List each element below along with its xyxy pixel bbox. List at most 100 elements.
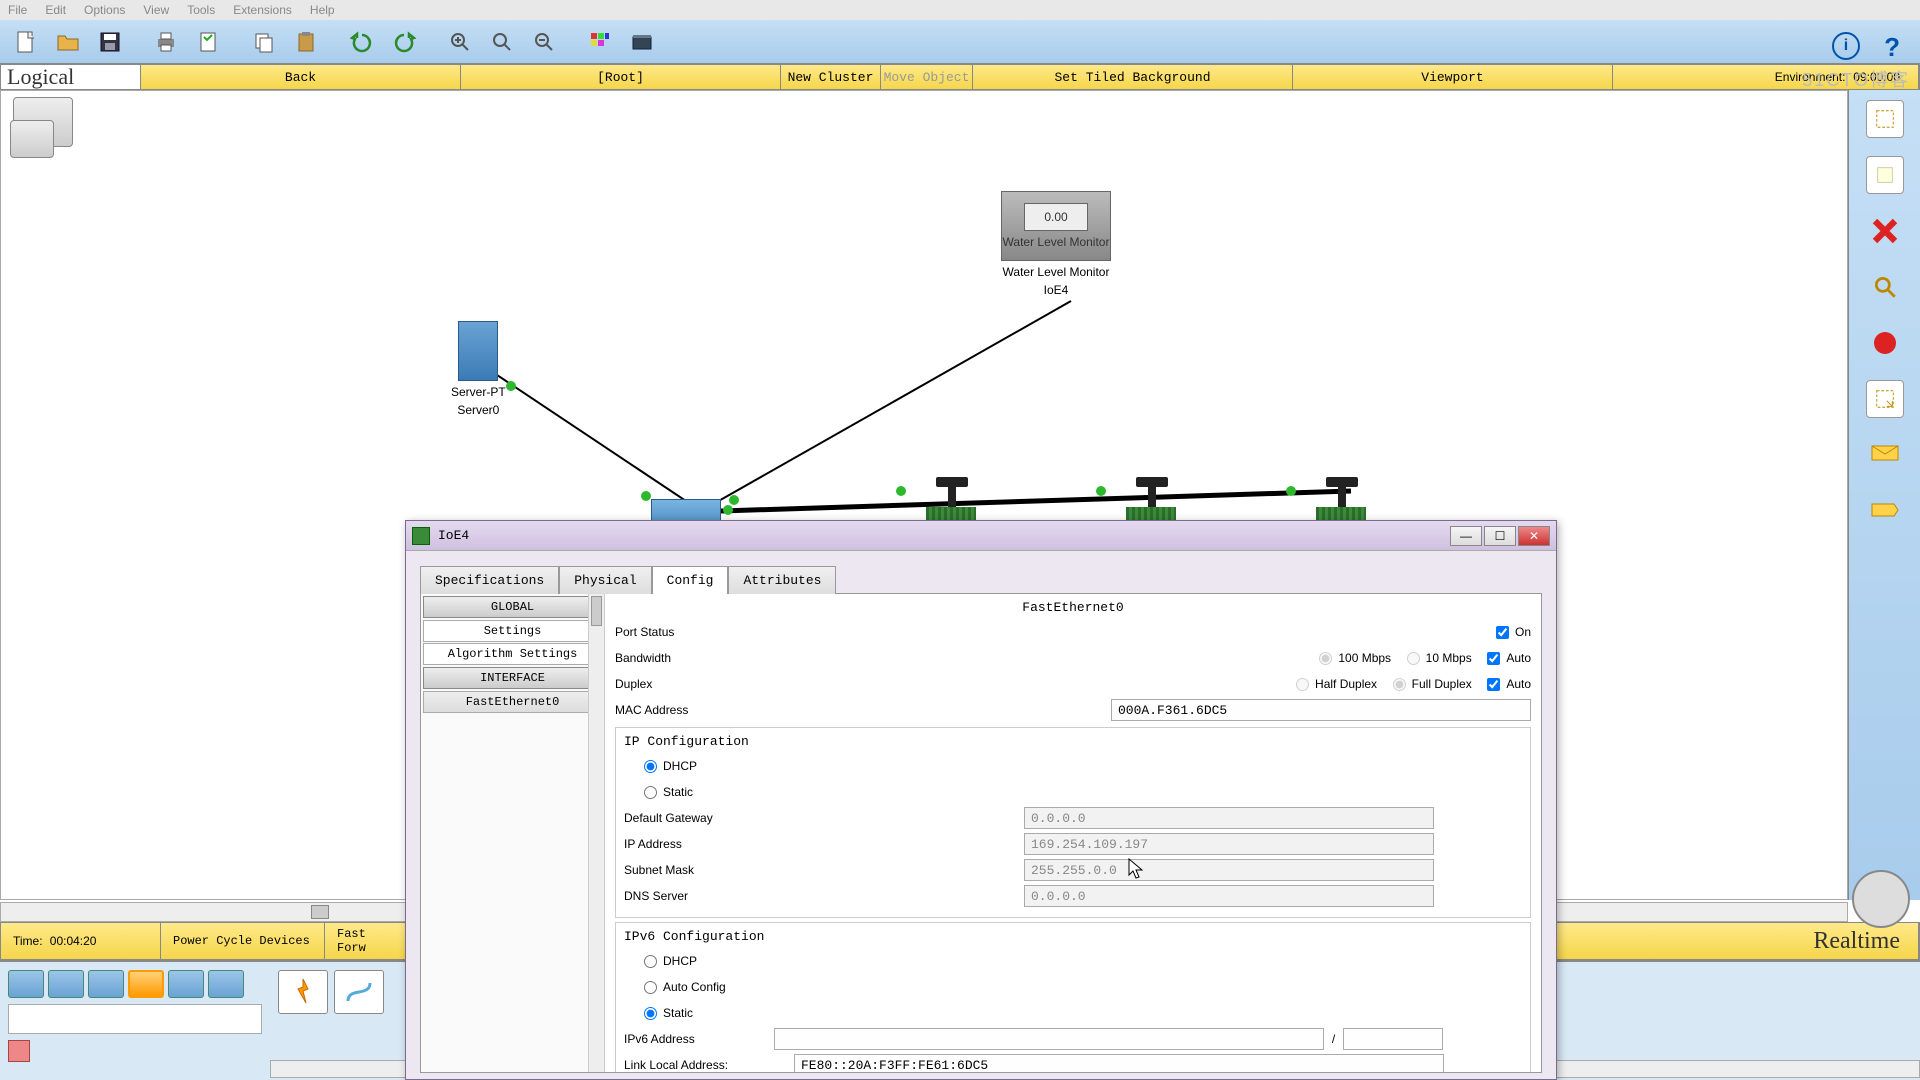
open-icon[interactable] xyxy=(50,24,86,60)
device-search[interactable] xyxy=(8,1004,262,1034)
device-category[interactable] xyxy=(88,970,124,998)
record-tool-icon[interactable] xyxy=(1866,324,1904,362)
port-status-checkbox[interactable] xyxy=(1496,626,1509,639)
device-category[interactable] xyxy=(168,970,204,998)
side-header-interface[interactable]: INTERFACE xyxy=(423,667,602,689)
side-scrollbar[interactable] xyxy=(588,594,604,1072)
monitor-caption: Water Level Monitor xyxy=(1003,235,1110,249)
zoom-reset-icon[interactable] xyxy=(484,24,520,60)
maximize-button[interactable]: ☐ xyxy=(1484,526,1516,546)
sim-time: Time: 00:04:20 xyxy=(1,923,161,959)
device-label: Water Level Monitor xyxy=(1001,265,1111,279)
device-water-monitor[interactable]: 0.00 Water Level Monitor Water Level Mon… xyxy=(1001,191,1111,297)
undo-icon[interactable] xyxy=(344,24,380,60)
gateway-label: Default Gateway xyxy=(624,811,1024,825)
ipv6-address-input[interactable] xyxy=(774,1028,1324,1050)
power-cycle-button[interactable]: Power Cycle Devices xyxy=(161,923,325,959)
device-category[interactable] xyxy=(128,970,164,998)
ipv6-config-group: IPv6 Configuration DHCP Auto Config Stat… xyxy=(615,922,1531,1072)
minimize-button[interactable]: ― xyxy=(1450,526,1482,546)
side-item-algorithm[interactable]: Algorithm Settings xyxy=(423,643,602,665)
simple-pdu-icon[interactable] xyxy=(1866,436,1904,474)
back-button[interactable]: Back xyxy=(141,65,461,89)
monitor-value: 0.00 xyxy=(1024,203,1088,231)
workspace-toggle-icon[interactable] xyxy=(13,97,73,147)
new-icon[interactable] xyxy=(8,24,44,60)
menu-extensions[interactable]: Extensions xyxy=(233,3,292,17)
link-local-input[interactable] xyxy=(794,1054,1444,1072)
info-icon[interactable]: i xyxy=(1832,32,1860,60)
set-tiled-bg-button[interactable]: Set Tiled Background xyxy=(973,65,1293,89)
side-header-global[interactable]: GLOBAL xyxy=(423,596,602,618)
menu-edit[interactable]: Edit xyxy=(45,3,66,17)
print-icon[interactable] xyxy=(148,24,184,60)
tab-attributes[interactable]: Attributes xyxy=(728,566,836,594)
duplex-auto-checkbox[interactable] xyxy=(1487,678,1500,691)
menu-tools[interactable]: Tools xyxy=(187,3,215,17)
new-cluster-button[interactable]: New Cluster xyxy=(781,65,881,89)
ip-input[interactable] xyxy=(1024,833,1434,855)
redo-icon[interactable] xyxy=(386,24,422,60)
device-category[interactable] xyxy=(208,970,244,998)
mask-input[interactable] xyxy=(1024,859,1434,881)
monitor-icon: 0.00 Water Level Monitor xyxy=(1001,191,1111,261)
menu-help[interactable]: Help xyxy=(310,3,335,17)
resize-tool-icon[interactable] xyxy=(1866,380,1904,418)
fast-forward-button[interactable]: Fast Forw xyxy=(325,923,411,959)
side-item-fastethernet0[interactable]: FastEthernet0 xyxy=(423,691,602,713)
static-radio[interactable] xyxy=(644,786,657,799)
tab-physical[interactable]: Physical xyxy=(559,566,651,594)
ipv6-prefix-input[interactable] xyxy=(1343,1028,1443,1050)
bw-10-radio[interactable] xyxy=(1407,652,1420,665)
ipv6-autoconfig-radio[interactable] xyxy=(644,981,657,994)
copy-icon[interactable] xyxy=(246,24,282,60)
cable-icon[interactable] xyxy=(334,970,384,1014)
ipv6-dhcp-radio[interactable] xyxy=(644,955,657,968)
move-object-button[interactable]: Move Object xyxy=(881,65,973,89)
dhcp-radio[interactable] xyxy=(644,760,657,773)
realtime-clock-icon[interactable] xyxy=(1852,870,1910,928)
wizard-icon[interactable] xyxy=(190,24,226,60)
duplex-label: Duplex xyxy=(615,677,652,691)
bw-100-radio[interactable] xyxy=(1319,652,1332,665)
device-subtype[interactable] xyxy=(8,1040,30,1062)
close-button[interactable]: ✕ xyxy=(1518,526,1550,546)
select-tool-icon[interactable] xyxy=(1866,100,1904,138)
gateway-input[interactable] xyxy=(1024,807,1434,829)
half-duplex-radio[interactable] xyxy=(1296,678,1309,691)
complex-pdu-icon[interactable] xyxy=(1866,492,1904,530)
note-tool-icon[interactable] xyxy=(1866,156,1904,194)
script-icon[interactable] xyxy=(624,24,660,60)
delete-tool-icon[interactable] xyxy=(1866,212,1904,250)
tab-config[interactable]: Config xyxy=(652,566,729,594)
bw-auto-checkbox[interactable] xyxy=(1487,652,1500,665)
tab-specifications[interactable]: Specifications xyxy=(420,566,559,594)
palette-icon[interactable] xyxy=(582,24,618,60)
zoom-out-icon[interactable] xyxy=(526,24,562,60)
zoom-in-icon[interactable] xyxy=(442,24,478,60)
dhcp-label: DHCP xyxy=(663,954,697,968)
full-duplex-radio[interactable] xyxy=(1393,678,1406,691)
dialog-titlebar[interactable]: IoE4 ― ☐ ✕ xyxy=(406,521,1556,551)
side-item-settings[interactable]: Settings xyxy=(423,620,602,642)
root-breadcrumb[interactable]: [Root] xyxy=(461,65,781,89)
save-icon[interactable] xyxy=(92,24,128,60)
help-icon[interactable]: ? xyxy=(1884,32,1900,63)
autoconf-label: Auto Config xyxy=(663,980,726,994)
auto-connection-icon[interactable] xyxy=(278,970,328,1014)
ipv6-static-radio[interactable] xyxy=(644,1007,657,1020)
link-local-label: Link Local Address: xyxy=(624,1058,794,1072)
device-server[interactable]: Server-PT Server0 xyxy=(451,321,506,417)
inspect-tool-icon[interactable] xyxy=(1866,268,1904,306)
menu-file[interactable]: File xyxy=(8,3,27,17)
auto-label: Auto xyxy=(1506,677,1531,691)
device-category[interactable] xyxy=(8,970,44,998)
mac-input[interactable] xyxy=(1111,699,1531,721)
menu-view[interactable]: View xyxy=(143,3,169,17)
dns-input[interactable] xyxy=(1024,885,1434,907)
menu-options[interactable]: Options xyxy=(84,3,125,17)
viewport-button[interactable]: Viewport xyxy=(1293,65,1613,89)
paste-icon[interactable] xyxy=(288,24,324,60)
device-category[interactable] xyxy=(48,970,84,998)
main-toolbar xyxy=(0,20,1920,64)
